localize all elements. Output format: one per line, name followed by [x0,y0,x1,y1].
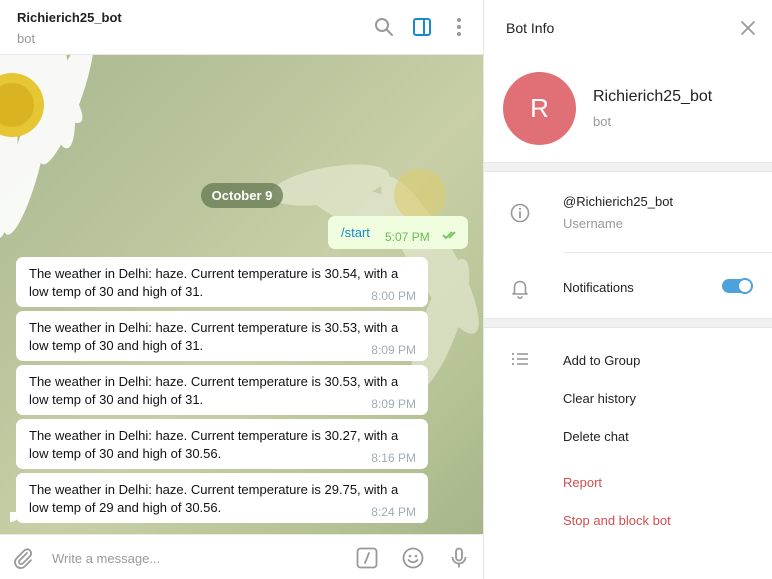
date-separator: October 9 [201,183,283,208]
incoming-message[interactable]: The weather in Delhi: haze. Current temp… [16,419,428,469]
notifications-toggle[interactable] [722,278,753,294]
profile-name: Richierich25_bot [593,88,713,105]
message-input[interactable] [52,547,332,569]
message-time: 8:09 PM [371,397,416,411]
notifications-label: Notifications [563,280,634,295]
incoming-message[interactable]: The weather in Delhi: haze. Current temp… [16,473,428,523]
close-icon[interactable] [738,18,758,38]
chat-background: October 9 /start 5:07 PM The weather in … [0,55,483,534]
message-time: 8:00 PM [371,289,416,303]
stop-and-block-button[interactable]: Stop and block bot [563,513,671,528]
profile-status: bot [593,114,612,129]
message-text: The weather in Delhi: haze. Current temp… [29,374,399,407]
username-label: Username [563,216,623,231]
incoming-message[interactable]: The weather in Delhi: haze. Current temp… [16,257,428,307]
message-time: 8:09 PM [371,343,416,357]
bot-info-panel: Bot Info R Richierich25_bot bot @Richier… [484,0,772,579]
toggle-knob [737,278,753,294]
double-check-icon [442,231,456,240]
section-divider [484,162,772,172]
add-to-group-button[interactable]: Add to Group [563,353,640,368]
outgoing-message-text[interactable]: /start [341,225,370,240]
chat-status: bot [17,31,36,46]
delete-chat-button[interactable]: Delete chat [563,429,629,444]
info-header: Bot Info [484,0,772,55]
chat-header: Richierich25_bot bot [0,0,483,55]
message-time: 8:16 PM [371,451,416,465]
row-divider [563,252,772,253]
message-text: The weather in Delhi: haze. Current temp… [29,266,399,299]
microphone-icon[interactable] [447,546,471,570]
message-text: The weather in Delhi: haze. Current temp… [29,428,399,461]
incoming-message[interactable]: The weather in Delhi: haze. Current temp… [16,311,428,361]
avatar[interactable]: R [503,72,576,145]
list-icon [511,352,528,366]
message-text: The weather in Delhi: haze. Current temp… [29,482,399,515]
outgoing-message[interactable]: /start 5:07 PM [328,216,468,249]
message-time: 5:07 PM [385,230,430,244]
username-value[interactable]: @Richierich25_bot [563,194,673,209]
panel-title: Bot Info [506,20,555,36]
message-composer [0,534,483,579]
attach-icon[interactable] [11,546,35,570]
message-time: 8:24 PM [371,505,416,519]
clear-history-button[interactable]: Clear history [563,391,636,406]
chat-panel: Richierich25_bot bot October 9 /start 5:… [0,0,484,579]
sidebar-toggle-icon[interactable] [411,16,433,38]
message-text: The weather in Delhi: haze. Current temp… [29,320,399,353]
more-vertical-icon[interactable] [448,16,470,38]
section-divider [484,318,772,328]
report-button[interactable]: Report [563,475,602,490]
bot-command-icon[interactable] [355,546,379,570]
emoji-icon[interactable] [401,546,425,570]
bell-icon [512,280,528,299]
info-icon [510,203,530,223]
search-icon[interactable] [373,16,395,38]
incoming-message[interactable]: The weather in Delhi: haze. Current temp… [16,365,428,415]
chat-title[interactable]: Richierich25_bot [17,10,122,25]
